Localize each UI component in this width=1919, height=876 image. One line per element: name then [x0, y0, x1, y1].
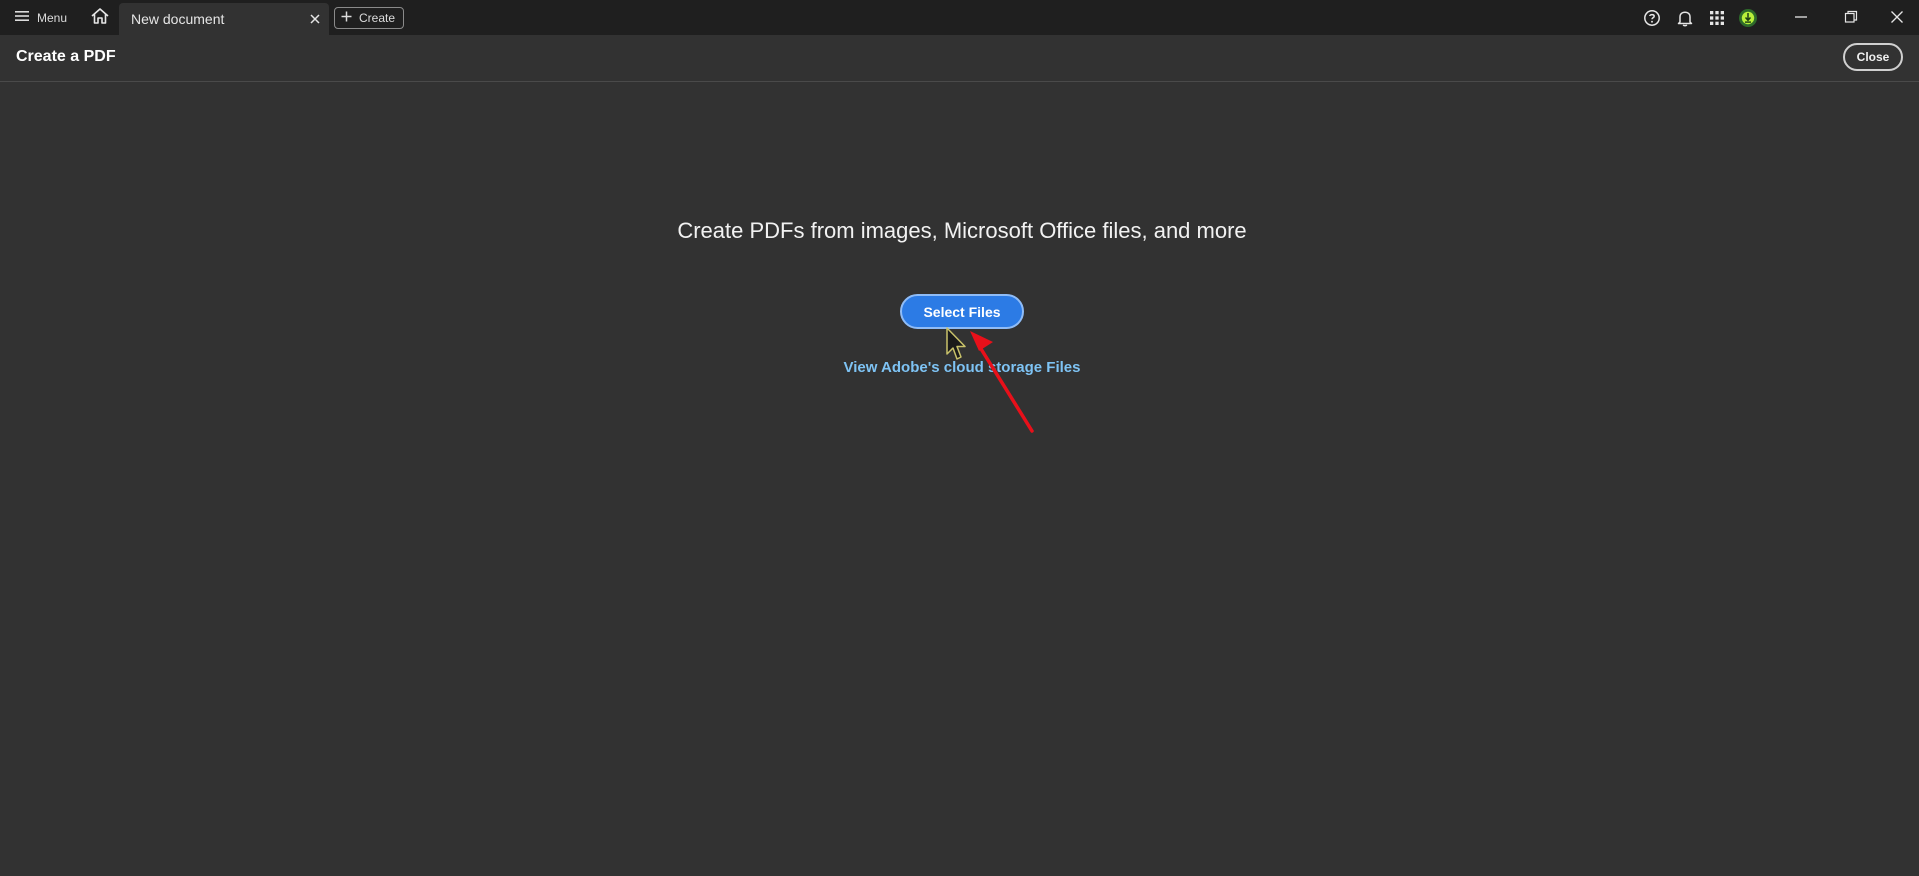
bell-icon[interactable] [1674, 7, 1696, 29]
create-tab-button[interactable]: Create [334, 7, 405, 29]
home-button[interactable] [86, 6, 114, 30]
apps-grid-icon[interactable] [1706, 7, 1728, 29]
title-bar: Menu New document Create [0, 0, 1919, 35]
cloud-storage-link[interactable]: View Adobe's cloud storage Files [0, 359, 1919, 376]
restore-icon[interactable] [1829, 3, 1873, 31]
create-label: Create [359, 11, 396, 25]
create-pdf-headline: Create PDFs from images, Microsoft Offic… [677, 218, 1247, 243]
close-button[interactable]: Close [1843, 43, 1903, 71]
help-icon[interactable] [1641, 7, 1663, 29]
home-icon [90, 7, 110, 30]
window-close-icon[interactable] [1875, 3, 1919, 31]
mouse-cursor-icon [946, 327, 966, 360]
account-avatar-icon[interactable] [1737, 7, 1759, 29]
tab-new-document[interactable]: New document [119, 3, 329, 35]
hamburger-icon [14, 9, 30, 28]
select-files-button[interactable]: Select Files [900, 294, 1024, 329]
close-icon[interactable] [305, 9, 325, 29]
menu-label: Menu [37, 11, 68, 25]
plus-icon [341, 9, 352, 27]
annotation-arrow [970, 331, 1034, 433]
menu-button[interactable]: Menu [8, 6, 73, 30]
tool-header: Create a PDF Close [0, 35, 1919, 82]
tab-label: New document [131, 11, 225, 27]
page-title: Create a PDF [16, 48, 116, 65]
minimize-icon[interactable] [1779, 3, 1823, 31]
adobe-acrobat-window: Menu New document Create Create a PDF Cl… [0, 0, 1919, 876]
